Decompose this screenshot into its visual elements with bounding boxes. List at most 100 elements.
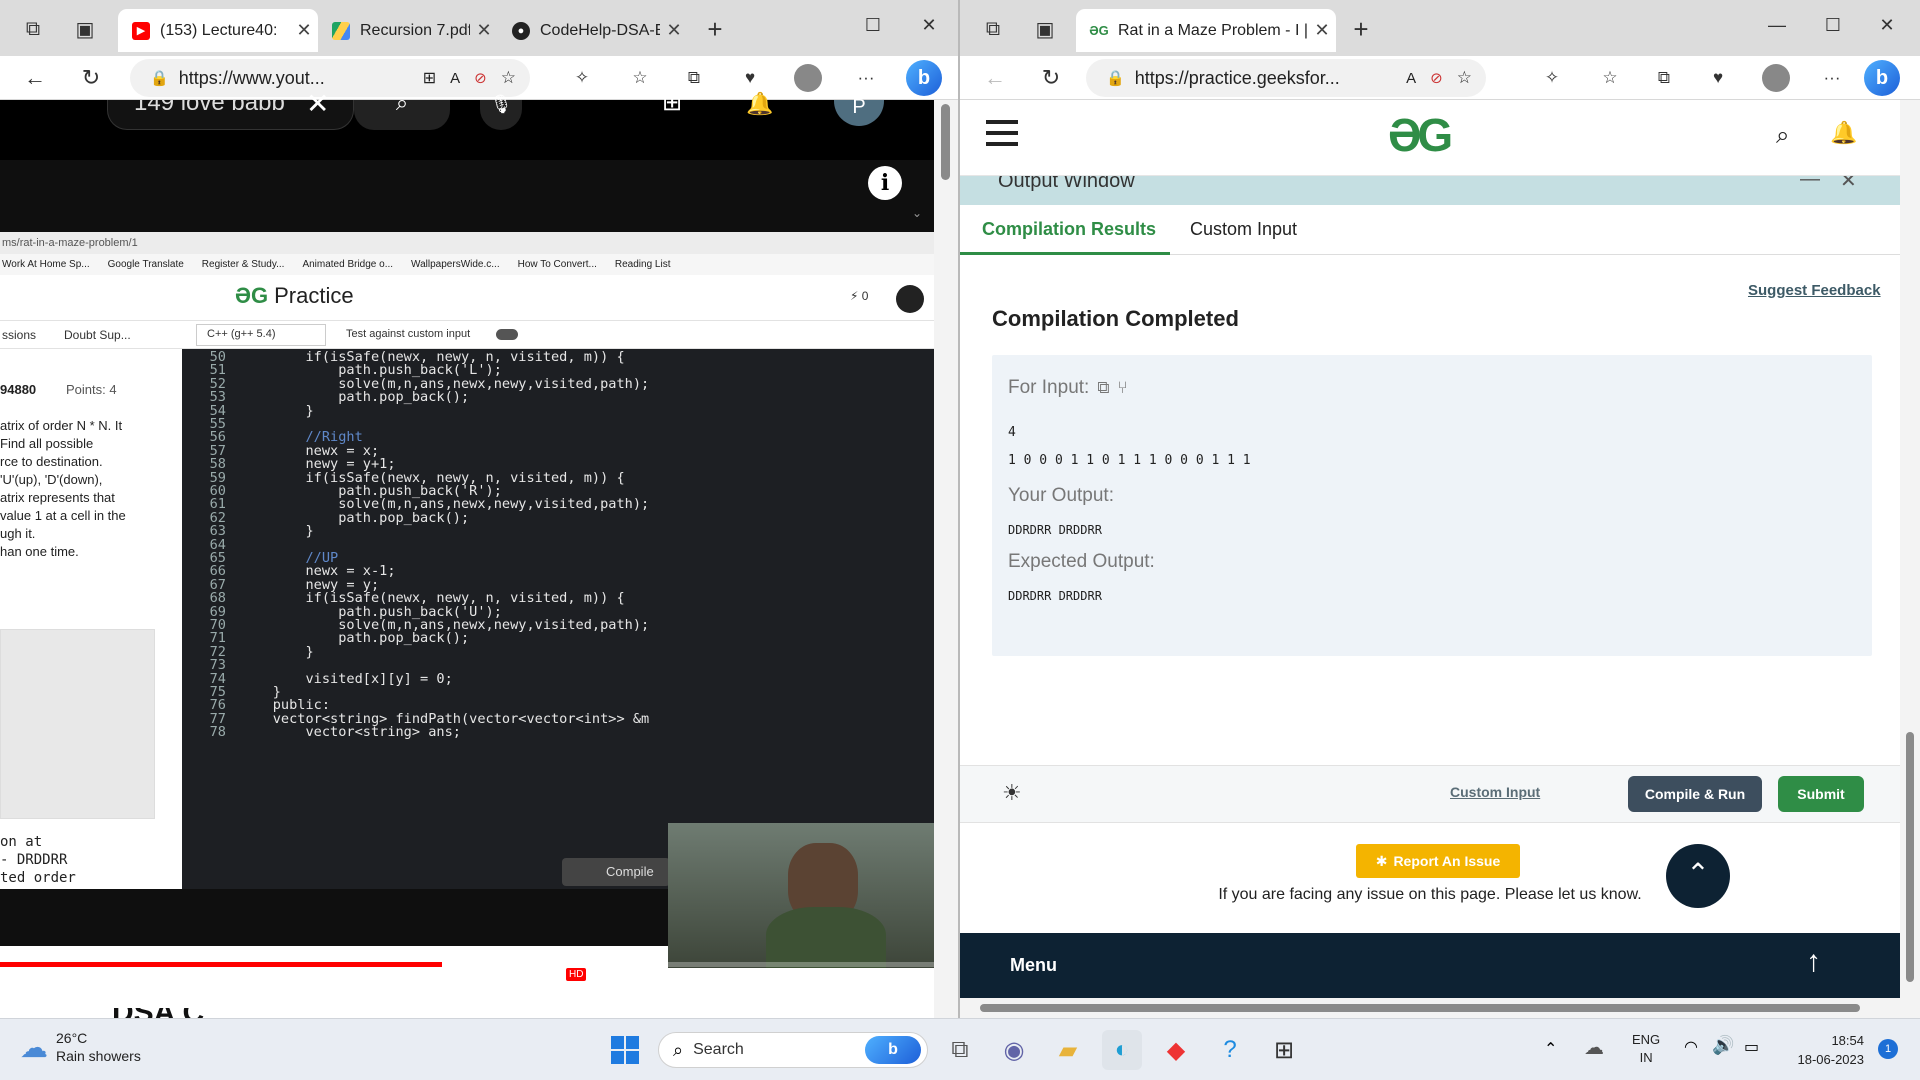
custom-input-link[interactable]: Custom Input [1450, 784, 1540, 800]
gfg-logo-icon[interactable]: ƏG [1388, 108, 1453, 162]
branch-icon[interactable]: ⑂ [1117, 378, 1127, 398]
right-vertical-scrollbar[interactable] [1900, 100, 1920, 1018]
task-view-icon[interactable]: ⧉ [940, 1030, 980, 1070]
vertical-tabs-icon[interactable]: ▣ [70, 14, 100, 44]
footer-menu-label[interactable]: Menu [1010, 955, 1057, 976]
tab-gfg[interactable]: ƏG Rat in a Maze Problem - I | Practi ✕ [1076, 9, 1336, 52]
volume-icon[interactable]: 🔊 [1712, 1035, 1734, 1056]
close-tab-icon[interactable]: ✕ [660, 20, 688, 41]
browser-essentials-icon[interactable]: ♥ [736, 64, 764, 92]
workspaces-icon[interactable]: ⧉ [18, 14, 48, 44]
close-tab-icon[interactable]: ✕ [470, 20, 498, 41]
favorite-star-icon[interactable]: ☆ [501, 68, 516, 88]
back-icon[interactable]: ← [978, 61, 1012, 95]
help-icon[interactable]: ? [1210, 1030, 1250, 1070]
read-aloud-icon[interactable]: A [450, 70, 460, 87]
search-icon[interactable]: ⌕ [1776, 122, 1789, 150]
create-icon[interactable]: ⊞ [662, 91, 682, 115]
edge-icon[interactable]: ◐ [1102, 1030, 1142, 1070]
lightbulb-icon[interactable]: ☀ [1002, 780, 1022, 806]
maximize-icon[interactable]: ☐ [1816, 8, 1850, 42]
close-window-icon[interactable]: ✕ [1870, 8, 1904, 42]
copy-icon[interactable]: ⧉ [1097, 378, 1109, 398]
tracking-prevention-icon[interactable]: ⊘ [1430, 69, 1443, 87]
weather-widget[interactable]: ☁ 26°C Rain showers [20, 1029, 141, 1065]
submit-button[interactable]: Submit [1778, 776, 1864, 812]
file-explorer-icon[interactable]: ▰ [1048, 1030, 1088, 1070]
report-issue-button[interactable]: ✱ Report An Issue [1356, 844, 1520, 878]
chapter-chevron-icon[interactable]: › [246, 980, 254, 1008]
app-red-icon[interactable]: ◆ [1156, 1030, 1196, 1070]
hamburger-menu-icon[interactable] [986, 120, 1018, 146]
read-aloud-icon[interactable]: A [1406, 70, 1416, 87]
onedrive-icon[interactable]: ☁ [1584, 1035, 1604, 1060]
notification-badge[interactable]: 1 [1878, 1039, 1898, 1059]
new-tab-icon[interactable]: + [1346, 14, 1376, 44]
wifi-icon[interactable]: ◠ [1684, 1037, 1698, 1057]
tray-chevron-icon[interactable]: ⌃ [1544, 1039, 1557, 1059]
tab-youtube[interactable]: ▶ (153) Lecture40: ✕ [118, 9, 318, 52]
favorite-star-icon[interactable]: ☆ [1457, 68, 1472, 88]
extensions-icon[interactable]: ✧ [1538, 64, 1566, 92]
suggest-feedback-link[interactable]: Suggest Feedback [1748, 282, 1881, 299]
battery-icon[interactable]: ▭ [1744, 1037, 1759, 1057]
apps-icon[interactable]: ⊞ [423, 68, 436, 88]
info-icon[interactable]: i [868, 166, 902, 200]
new-tab-icon[interactable]: + [700, 14, 730, 44]
bing-copilot-icon[interactable]: b [1864, 60, 1900, 96]
url-field[interactable]: 🔒 https://www.yout... ⊞ A ⊘ ☆ [130, 59, 530, 97]
profile-avatar[interactable] [1762, 64, 1790, 92]
tracking-prevention-icon[interactable]: ⊘ [474, 69, 487, 87]
url-field[interactable]: 🔒 https://practice.geeksfor... A ⊘ ☆ [1086, 59, 1486, 97]
tab-custom-input[interactable]: Custom Input [1190, 219, 1297, 240]
tab-pdf[interactable]: Recursion 7.pdf ✕ [318, 9, 498, 52]
chapter-title[interactable]: Code [182, 982, 235, 1008]
maximize-icon[interactable]: ☐ [856, 8, 890, 42]
more-menu-icon[interactable]: ··· [852, 64, 880, 92]
subtitles-icon[interactable]: ▭ [460, 976, 504, 1016]
cast-icon[interactable]: ⎚ [780, 976, 824, 1016]
bing-copilot-icon[interactable]: b [906, 60, 942, 96]
windows-start-icon[interactable] [605, 1030, 645, 1070]
refresh-icon[interactable]: ↻ [1034, 61, 1068, 95]
more-menu-icon[interactable]: ··· [1818, 64, 1846, 92]
tab-github[interactable]: ● CodeHelp-DSA-E ✕ [498, 9, 688, 52]
notifications-icon[interactable]: 🔔 [746, 93, 773, 115]
bell-icon[interactable]: 🔔 [1830, 120, 1857, 146]
fullscreen-icon[interactable]: ⛶ [860, 976, 904, 1016]
collections-icon[interactable]: ⧉ [1650, 64, 1678, 92]
close-output-icon[interactable]: ✕ [1840, 176, 1857, 193]
clear-search-icon[interactable]: ✕ [306, 90, 329, 118]
mic-icon[interactable]: 🎙 [480, 95, 522, 130]
left-scrollbar[interactable] [934, 100, 958, 1018]
store-icon[interactable]: ⊞ [1264, 1030, 1304, 1070]
miniplayer-icon[interactable]: ◪ [620, 976, 664, 1016]
collections-icon[interactable]: ⧉ [680, 64, 708, 92]
arrow-up-icon[interactable]: ↑ [1806, 945, 1821, 979]
compile-run-button[interactable]: Compile & Run [1628, 776, 1762, 812]
teams-chat-icon[interactable]: ◉ [994, 1030, 1034, 1070]
close-window-icon[interactable]: ✕ [912, 8, 946, 42]
settings-gear-icon[interactable]: ⚙ [540, 976, 584, 1016]
clock[interactable]: 18:54 18-06-2023 [1784, 1031, 1865, 1069]
video-progress-bar[interactable] [0, 962, 934, 967]
refresh-icon[interactable]: ↻ [74, 61, 108, 95]
close-tab-icon[interactable]: ✕ [290, 20, 318, 41]
back-icon[interactable]: ← [18, 61, 52, 95]
favorites-icon[interactable]: ☆ [626, 64, 654, 92]
minimize-output-icon[interactable]: — [1800, 176, 1820, 191]
scroll-to-top-button[interactable]: ⌃ [1666, 844, 1730, 908]
vertical-tabs-icon[interactable]: ▣ [1030, 14, 1060, 44]
taskbar-search[interactable]: ⌕ Search b [658, 1032, 928, 1068]
right-horizontal-scrollbar[interactable] [960, 998, 1900, 1018]
chevron-down-icon[interactable]: ⌄ [912, 206, 922, 220]
tab-compilation-results[interactable]: Compilation Results [982, 219, 1156, 240]
channel-avatar[interactable]: P [834, 97, 884, 126]
search-icon[interactable]: ⌕ [354, 92, 450, 130]
minimize-icon[interactable]: — [1760, 8, 1794, 42]
browser-essentials-icon[interactable]: ♥ [1704, 64, 1732, 92]
video-player[interactable]: i ⌄ ms/rat-in-a-maze-problem/1 Work At H… [0, 160, 934, 968]
favorites-icon[interactable]: ☆ [1596, 64, 1624, 92]
close-tab-icon[interactable]: ✕ [1308, 20, 1336, 41]
theater-mode-icon[interactable]: ▭ [700, 976, 744, 1016]
